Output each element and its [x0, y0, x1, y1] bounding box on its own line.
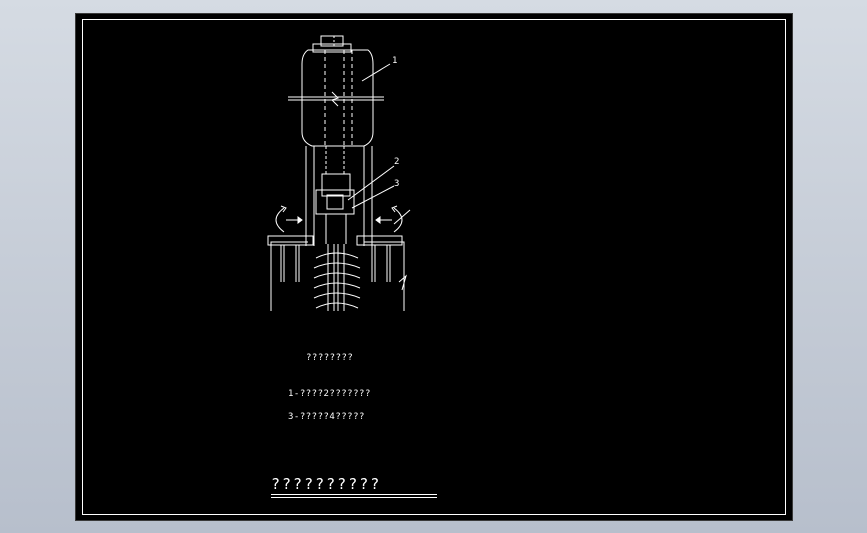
- callout-2: 2: [394, 157, 400, 167]
- legend-line-1: 1-????2???????: [288, 389, 371, 399]
- coupling: [315, 173, 355, 244]
- leader-lines: [347, 63, 411, 225]
- rotation-arrows: [275, 205, 403, 233]
- drawing-sheet: 1 2 3 ???????? 1-????2??????? 3-?????4??…: [75, 13, 793, 521]
- spring-shaft: [313, 244, 361, 311]
- diagram-caption: ????????: [306, 353, 354, 363]
- flanges: [267, 235, 403, 282]
- cylinder-body: [288, 49, 384, 147]
- title-underline: [271, 494, 437, 498]
- legend-line-2: 3-?????4?????: [288, 412, 365, 422]
- drawing-title: ??????????: [271, 475, 382, 493]
- callout-3: 3: [394, 179, 400, 189]
- callout-1: 1: [392, 56, 398, 66]
- mechanism-drawing: [267, 35, 411, 311]
